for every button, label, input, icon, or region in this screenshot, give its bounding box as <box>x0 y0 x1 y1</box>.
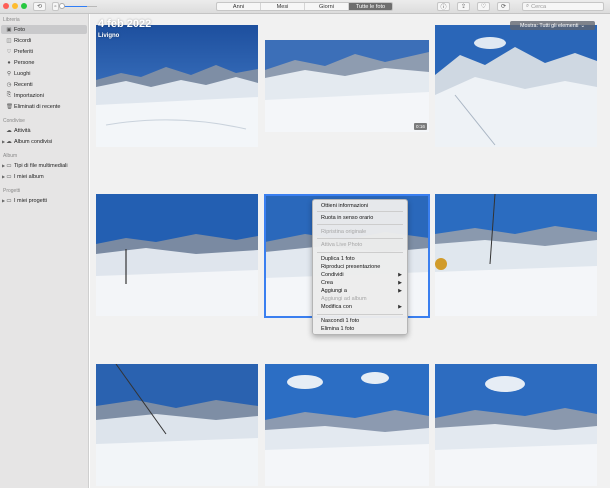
info-button[interactable]: ⓘ <box>437 2 450 11</box>
menu-item-aggiungi-ad-album: Aggiungi ad album <box>321 296 367 302</box>
rotate-icon: ⟲ <box>36 4 43 10</box>
zoom-toggle-button[interactable]: ▫ <box>52 2 59 11</box>
menu-item-duplica[interactable]: Duplica 1 foto <box>313 255 407 263</box>
photo-thumbnail[interactable] <box>435 364 597 486</box>
submenu-arrow-icon: ▶ <box>398 288 402 294</box>
menu-separator <box>317 238 403 239</box>
menu-item-ruota[interactable]: Ruota in senso orario <box>313 214 407 222</box>
rotate-button[interactable]: ⟲ <box>33 2 46 11</box>
sidebar-item-eliminati[interactable]: 🗑 Eliminati di recente <box>1 102 87 111</box>
menu-item-riproduci-presentazione[interactable]: Riproduci presentazione <box>313 263 407 271</box>
sidebar-item-foto[interactable]: ▣ Foto <box>1 25 87 34</box>
sidebar-item-ricordi[interactable]: ◫ Ricordi <box>1 36 87 45</box>
sidebar-item-luoghi[interactable]: ⚲ Luoghi <box>1 69 87 78</box>
zoom-slider-knob[interactable] <box>59 3 65 9</box>
zoom-window-button[interactable] <box>21 3 27 9</box>
info-icon: ⓘ <box>440 5 447 11</box>
sidebar-item-preferiti[interactable]: ♡ Preferiti <box>1 47 87 56</box>
submenu-arrow-icon: ▶ <box>398 280 402 286</box>
photo-thumbnail[interactable] <box>265 364 429 486</box>
sidebar-item-persone[interactable]: ● Persone <box>1 58 87 67</box>
submenu-arrow-icon: ▶ <box>398 304 402 310</box>
folder-icon: ▭ <box>6 173 12 180</box>
menu-item-nascondi[interactable]: Nascondi 1 foto <box>313 317 407 325</box>
menu-item-modifica-con[interactable]: Modifica con ▶ <box>313 303 407 311</box>
photo-thumbnail[interactable] <box>435 194 597 316</box>
date-title: 4 feb 2022 <box>98 18 152 30</box>
chevron-down-icon: ⌄ <box>580 22 585 29</box>
tab-mesi[interactable]: Mesi <box>261 3 305 10</box>
sidebar-item-album-condivisi[interactable]: ▶ ☁ Album condivisi <box>1 137 87 146</box>
rotate-right-button[interactable]: ⟳ <box>497 2 510 11</box>
import-icon: ⎘ <box>6 92 12 98</box>
heart-icon: ♡ <box>480 4 487 10</box>
section-album: Album <box>3 153 18 159</box>
memories-icon: ◫ <box>6 37 12 44</box>
sidebar-item-miei-album[interactable]: ▶ ▭ I miei album <box>1 172 87 181</box>
pin-icon: ⚲ <box>6 70 12 77</box>
search-field[interactable]: ⌕ Cerca <box>522 2 604 11</box>
sidebar-item-miei-progetti[interactable]: ▶ ▭ I miei progetti <box>1 196 87 205</box>
zoom-slider-rest <box>87 6 97 7</box>
menu-item-elimina[interactable]: Elimina 1 foto <box>313 325 407 333</box>
square-icon: ▫ <box>54 3 57 10</box>
shared-album-icon: ☁ <box>6 138 12 145</box>
sidebar-item-tipi-file[interactable]: ▶ ▭ Tipi di file multimediali <box>1 161 87 170</box>
photo-thumbnail[interactable] <box>96 194 258 316</box>
rotate-right-icon: ⟳ <box>500 4 507 10</box>
menu-item-crea[interactable]: Crea ▶ <box>313 279 407 287</box>
submenu-arrow-icon: ▶ <box>398 272 402 278</box>
disclosure-arrow-icon[interactable]: ▶ <box>2 163 5 168</box>
share-button[interactable]: ⇪ <box>457 2 470 11</box>
sidebar-item-recenti[interactable]: ◷ Recenti <box>1 80 87 89</box>
search-placeholder: Cerca <box>531 3 547 10</box>
photo-thumbnail[interactable] <box>265 40 429 132</box>
section-libreria: Libreria <box>3 17 20 23</box>
folder-icon: ▭ <box>6 162 12 169</box>
tab-anni[interactable]: Anni <box>217 3 261 10</box>
menu-separator <box>317 224 403 225</box>
menu-item-ripristina-originale: Ripristina originale <box>321 229 367 235</box>
section-condivise: Condivise <box>3 118 25 124</box>
trash-icon: 🗑 <box>6 103 13 110</box>
filter-dropdown[interactable]: Mostra: Tutti gli elementi ⌄ <box>510 21 595 30</box>
view-tabs: Anni Mesi Giorni Tutte le foto <box>216 2 393 11</box>
sidebar-item-importazioni[interactable]: ⎘ Importazioni <box>1 91 87 100</box>
menu-separator <box>317 211 403 212</box>
favorite-button[interactable]: ♡ <box>477 2 490 11</box>
photo-thumbnail[interactable] <box>96 25 258 147</box>
video-duration-badge: 0:16 <box>414 123 427 130</box>
minimize-window-button[interactable] <box>12 3 18 9</box>
menu-item-aggiungi-a[interactable]: Aggiungi a ▶ <box>313 287 407 295</box>
photo-thumbnail[interactable] <box>435 25 597 147</box>
menu-separator <box>317 252 403 253</box>
tab-giorni[interactable]: Giorni <box>305 3 349 10</box>
context-menu: Ottieni informazioni Ruota in senso orar… <box>312 199 408 335</box>
menu-item-attiva-live-photo: Attiva Live Photo <box>321 242 363 248</box>
menu-separator <box>317 314 403 315</box>
location-label: Livigno <box>98 33 120 39</box>
photo-thumbnail[interactable] <box>96 364 258 486</box>
menu-item-condividi[interactable]: Condividi ▶ <box>313 271 407 279</box>
disclosure-arrow-icon[interactable]: ▶ <box>2 139 5 144</box>
filter-label: Mostra: Tutti gli elementi <box>520 22 579 29</box>
sidebar-item-attivita[interactable]: ☁ Attività <box>1 126 87 135</box>
share-icon: ⇪ <box>460 4 467 10</box>
section-progetti: Progetti <box>3 188 21 194</box>
menu-item-ottieni-informazioni[interactable]: Ottieni informazioni <box>313 202 407 210</box>
photos-icon: ▣ <box>6 26 12 33</box>
search-icon: ⌕ <box>526 3 530 9</box>
folder-icon: ▭ <box>6 197 12 204</box>
disclosure-arrow-icon[interactable]: ▶ <box>2 198 5 203</box>
heart-icon: ♡ <box>6 48 12 55</box>
person-icon: ● <box>7 59 11 66</box>
close-window-button[interactable] <box>3 3 9 9</box>
sidebar: Libreria ▣ Foto ◫ Ricordi ♡ Preferiti ● Pers… <box>0 14 89 488</box>
tab-tutte-le-foto[interactable]: Tutte le foto <box>349 3 392 10</box>
disclosure-arrow-icon[interactable]: ▶ <box>2 174 5 179</box>
cloud-icon: ☁ <box>6 127 12 134</box>
clock-icon: ◷ <box>6 81 12 88</box>
toolbar: ⟲ ▫ Anni Mesi Giorni Tutte le foto ⓘ ⇪ ♡… <box>0 0 610 14</box>
